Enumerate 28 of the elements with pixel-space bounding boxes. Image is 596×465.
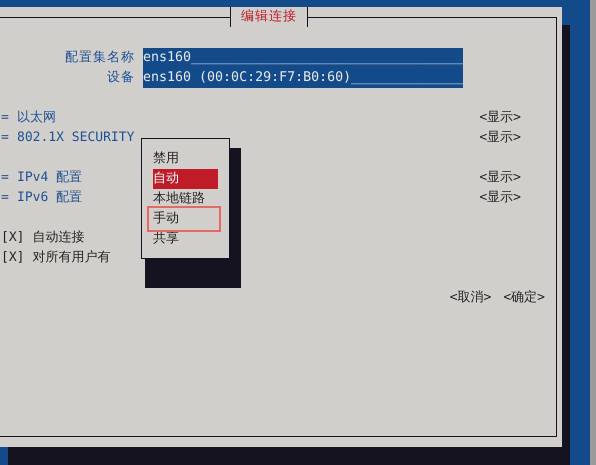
section-marker: =	[1, 109, 10, 127]
show-button[interactable]: <显示>	[479, 168, 521, 188]
field-label: 设备	[106, 69, 135, 87]
section-label: IPv4 配置	[17, 169, 82, 187]
section-label: 以太网	[17, 109, 56, 127]
show-button[interactable]: <显示>	[479, 188, 521, 208]
checkbox[interactable]: [X]	[1, 248, 24, 268]
menu-item[interactable]: 共享	[153, 229, 218, 249]
section-label: IPv6 配置	[17, 189, 82, 207]
input-field[interactable]: ens160 (00:0C:29:F7:B0:60)______________	[143, 68, 463, 88]
menu-item[interactable]: 自动	[153, 169, 218, 189]
input-field[interactable]: ens160__________________________________	[143, 48, 463, 68]
show-button[interactable]: <显示>	[479, 108, 521, 128]
menu-item[interactable]: 手动	[150, 209, 218, 229]
section-marker: =	[1, 169, 10, 187]
section-label: 802.1X SECURITY	[17, 129, 134, 147]
cancel-button[interactable]: <取消>	[450, 288, 492, 308]
show-button[interactable]: <显示>	[479, 128, 521, 148]
menu-item[interactable]: 本地链路	[153, 189, 218, 209]
checkbox[interactable]: [X]	[1, 228, 24, 248]
menu-item[interactable]: 禁用	[153, 149, 218, 169]
checkbox-label: 对所有用户有	[32, 249, 110, 267]
section-marker: =	[1, 189, 10, 207]
section-marker: =	[1, 129, 10, 147]
ok-button[interactable]: <确定>	[503, 288, 545, 308]
dialog-title: 编辑连接	[230, 7, 308, 27]
checkbox-label: 自动连接	[32, 229, 84, 247]
field-label: 配置集名称	[64, 49, 135, 67]
